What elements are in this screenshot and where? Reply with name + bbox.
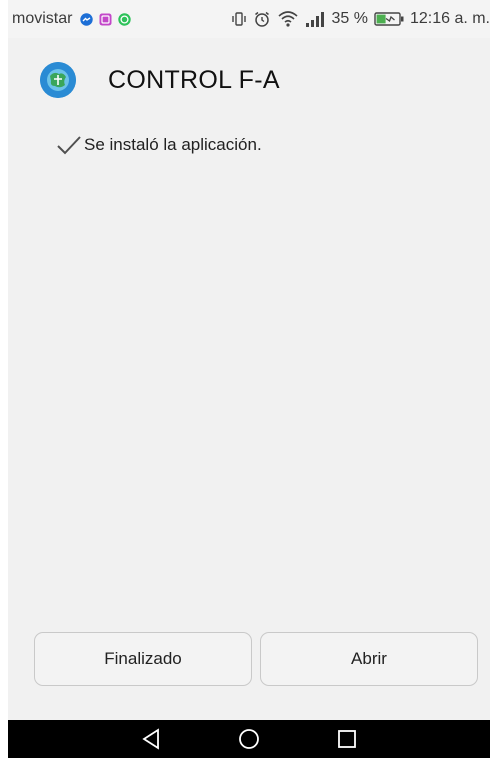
whatsapp-icon bbox=[118, 12, 132, 26]
clock: 12:16 a. m. bbox=[409, 10, 490, 27]
app-icon bbox=[40, 62, 76, 98]
install-success-text: Se instaló la aplicación. bbox=[84, 135, 262, 154]
back-icon[interactable] bbox=[138, 726, 164, 752]
vibrate-icon bbox=[231, 11, 247, 27]
alarm-icon bbox=[253, 10, 271, 28]
app-title: CONTROL F-A bbox=[108, 65, 280, 94]
done-button[interactable]: Finalizado bbox=[34, 632, 252, 686]
battery-icon bbox=[374, 11, 404, 27]
carrier-label: movistar bbox=[12, 10, 73, 27]
notification-icons bbox=[80, 12, 132, 26]
open-button[interactable]: Abrir bbox=[260, 632, 478, 686]
action-buttons: Finalizado Abrir bbox=[34, 632, 478, 686]
messenger-icon bbox=[80, 12, 94, 26]
check-icon bbox=[57, 136, 81, 155]
recents-icon[interactable] bbox=[334, 726, 360, 752]
navigation-bar bbox=[8, 720, 490, 758]
signal-icon bbox=[305, 11, 325, 27]
status-bar: movistar 35 % 12:16 a. m. bbox=[8, 0, 490, 38]
gallery-icon bbox=[99, 13, 112, 26]
wifi-icon bbox=[277, 10, 299, 28]
battery-percent: 35 % bbox=[331, 10, 368, 27]
home-icon[interactable] bbox=[236, 726, 262, 752]
install-success-message: Se instaló la aplicación. bbox=[56, 134, 262, 156]
status-icons: 35 % 12:16 a. m. bbox=[231, 0, 490, 38]
app-header: CONTROL F-A bbox=[40, 62, 280, 98]
install-screen: movistar 35 % 12:16 a. m. CONTROL F-A Se… bbox=[8, 0, 490, 758]
